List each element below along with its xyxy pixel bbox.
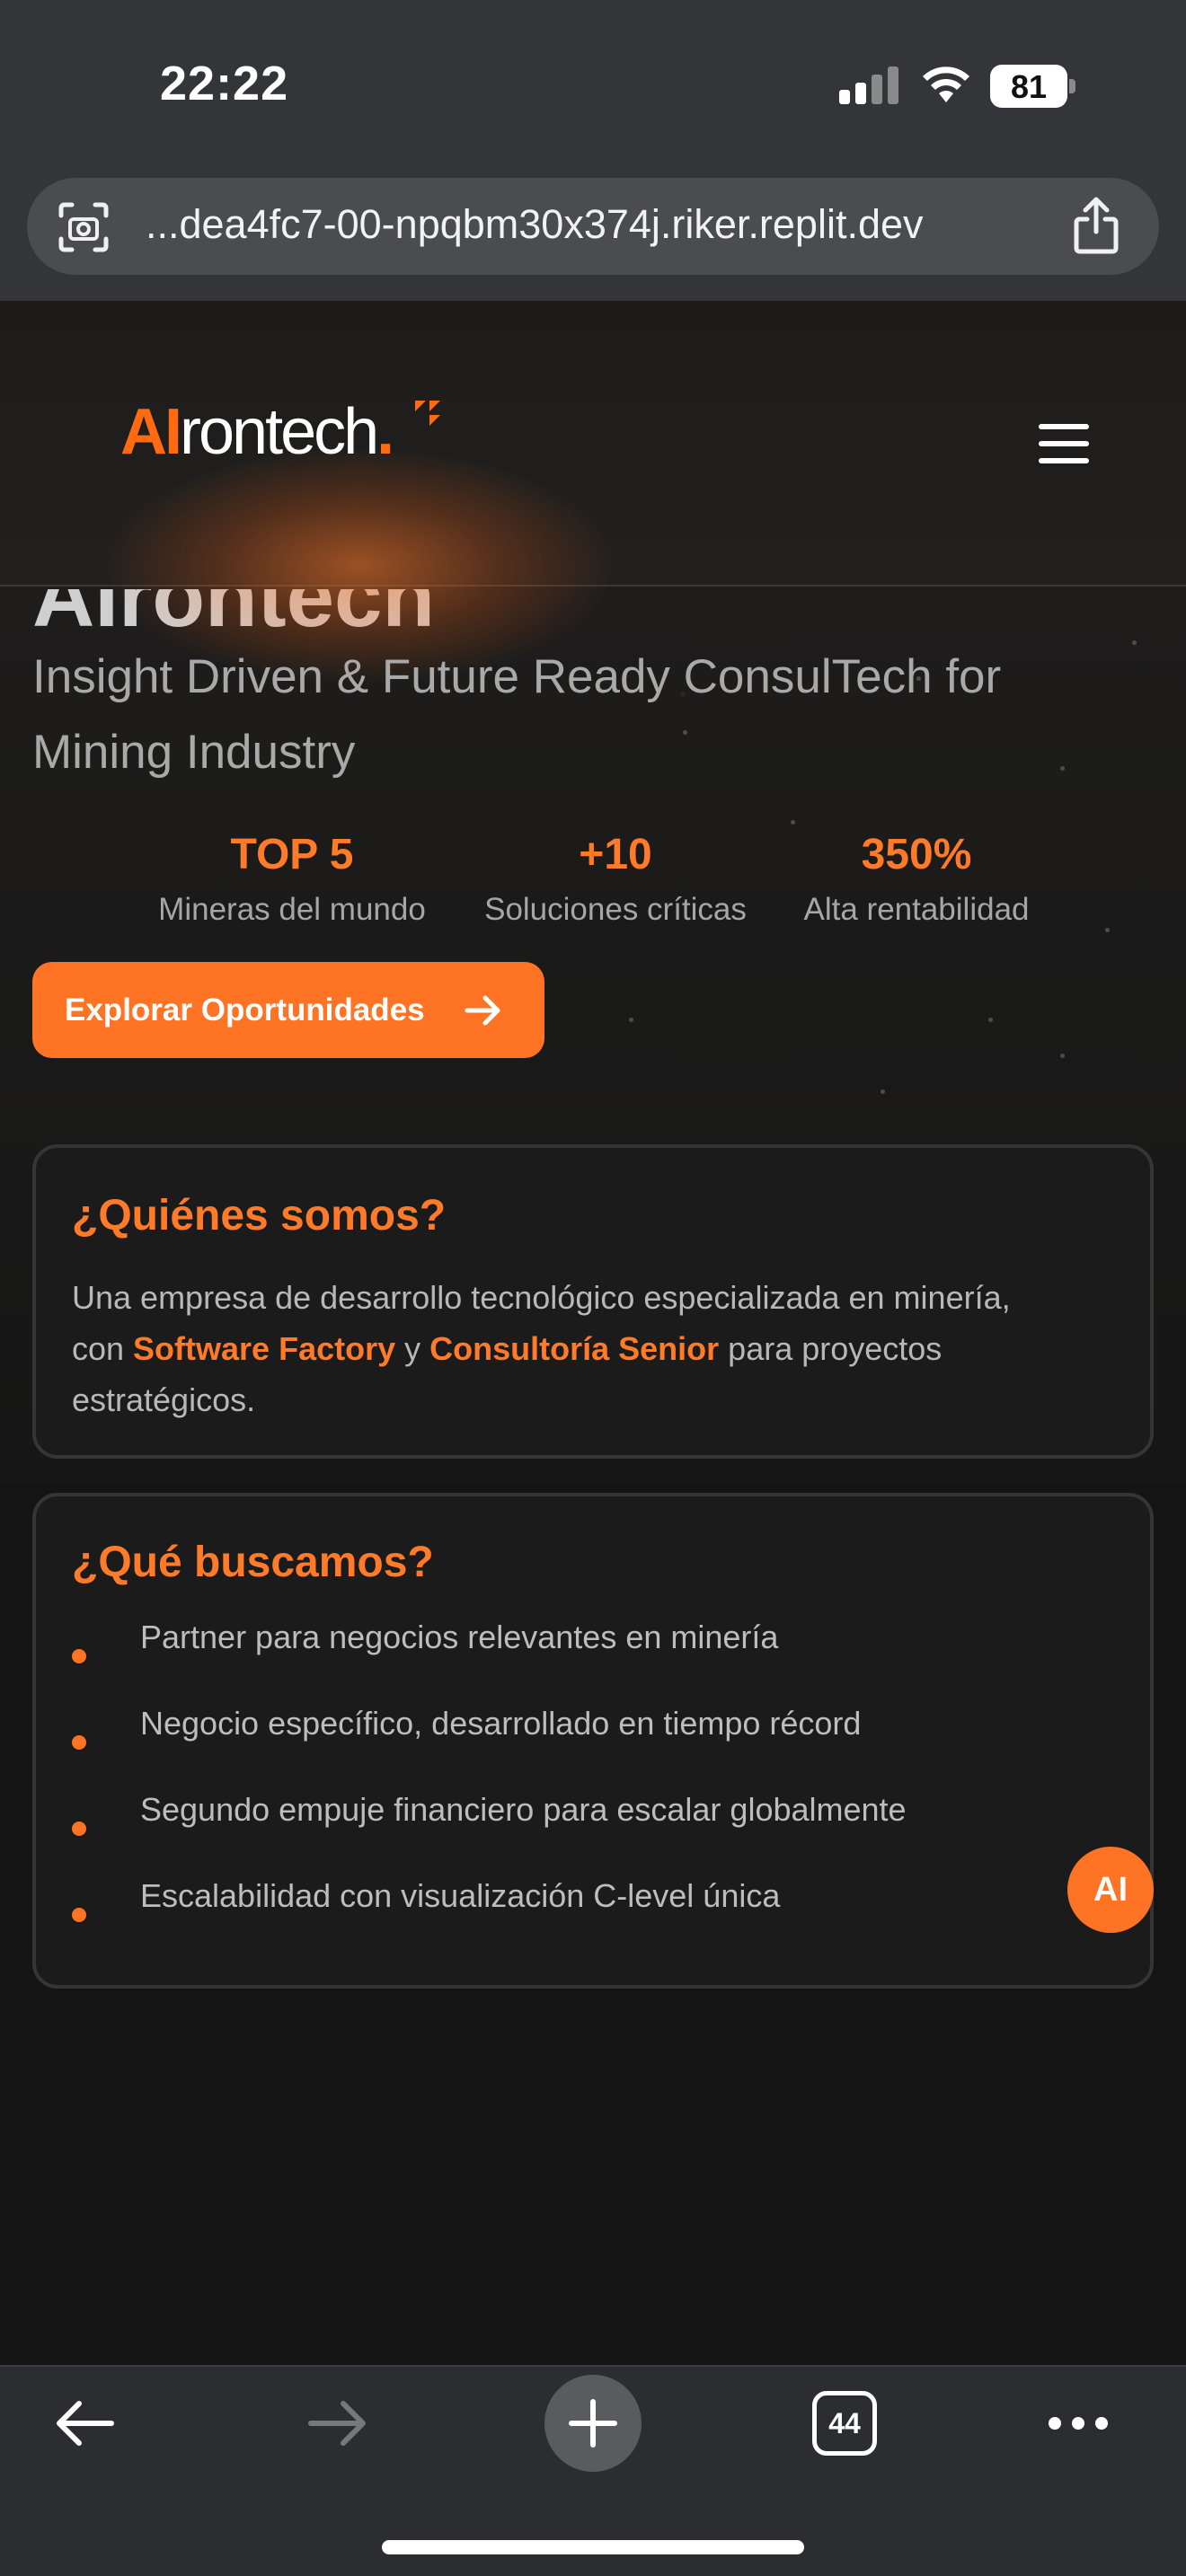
consulting-highlight: Consultoría Senior <box>429 1330 720 1367</box>
about-line-1: Una empresa de desarrollo tecnológico es… <box>72 1279 1011 1316</box>
page-settings-icon[interactable] <box>56 199 111 255</box>
stat-value: TOP 5 <box>230 831 354 878</box>
hero-subtitle: Insight Driven & Future Ready ConsulTech… <box>32 650 1002 779</box>
stat-value: +10 <box>579 831 652 878</box>
bullet-icon <box>72 1735 86 1750</box>
logo-ai: AI <box>120 396 182 468</box>
battery-icon: 81 <box>990 65 1076 108</box>
arrow-right-icon <box>465 995 500 1026</box>
cta-label: Explorar Oportunidades <box>65 992 425 1028</box>
software-factory-highlight: Software Factory <box>133 1330 396 1367</box>
menu-icon[interactable] <box>1039 424 1089 463</box>
tabs-count: 44 <box>828 2406 861 2439</box>
about-title: ¿Quiénes somos? <box>72 1192 447 1239</box>
about-text-part: con <box>72 1330 134 1367</box>
back-icon[interactable] <box>52 2396 117 2450</box>
logo-mark-icon <box>415 401 440 426</box>
battery-level: 81 <box>1010 68 1048 105</box>
home-indicator[interactable] <box>382 2540 804 2554</box>
stat-solutions: +10 Soluciones críticas <box>467 830 764 928</box>
list-item-text: Segundo empuje financiero para escalar g… <box>140 1791 907 1828</box>
list-item-text: Partner para negocios relevantes en mine… <box>140 1619 779 1655</box>
about-line-2: con Software Factory y Consultoría Senio… <box>72 1323 1132 1374</box>
about-text: Una empresa de desarrollo tecnológico es… <box>72 1272 1132 1425</box>
ai-assistant-button[interactable]: AI <box>1067 1847 1154 1933</box>
about-text-part: para proyectos <box>719 1330 943 1367</box>
seeking-title: ¿Qué buscamos? <box>72 1539 434 1586</box>
about-line-3: estratégicos. <box>72 1381 256 1418</box>
stat-label: Alta rentabilidad <box>803 892 1030 927</box>
url-text[interactable]: ...dea4fc7-00-npqbm30x374j.riker.replit.… <box>146 201 1062 248</box>
stat-profitability: 350% Alta rentabilidad <box>782 830 1051 928</box>
explore-opportunities-button[interactable]: Explorar Oportunidades <box>32 962 544 1058</box>
stat-label: Soluciones críticas <box>484 892 747 927</box>
more-icon[interactable] <box>1046 2411 1111 2436</box>
plus-icon <box>569 2399 617 2448</box>
list-item-text: Escalabilidad con visualización C-level … <box>140 1877 781 1914</box>
stat-value: 350% <box>861 831 972 878</box>
list-item-text: Negocio específico, desarrollado en tiem… <box>140 1705 862 1742</box>
forward-icon[interactable] <box>305 2396 370 2450</box>
seeking-card: ¿Qué buscamos? Partner para negocios rel… <box>32 1493 1154 1989</box>
logo[interactable]: AIrontech. <box>120 395 394 469</box>
bullet-icon <box>72 1908 86 1922</box>
signal-icon <box>839 66 898 104</box>
bullet-icon <box>72 1822 86 1836</box>
stat-label: Mineras del mundo <box>158 892 426 927</box>
bullet-icon <box>72 1649 86 1663</box>
about-card: ¿Quiénes somos? Una empresa de desarroll… <box>32 1144 1154 1459</box>
logo-text: rontech <box>180 396 379 468</box>
status-time: 22:22 <box>160 57 289 110</box>
stat-top5: TOP 5 Mineras del mundo <box>144 830 440 928</box>
tabs-button[interactable]: 44 <box>812 2391 877 2456</box>
share-icon[interactable] <box>1069 196 1123 255</box>
wifi-icon <box>923 66 969 102</box>
about-text-part: y <box>395 1330 430 1367</box>
new-tab-button[interactable] <box>544 2375 642 2472</box>
